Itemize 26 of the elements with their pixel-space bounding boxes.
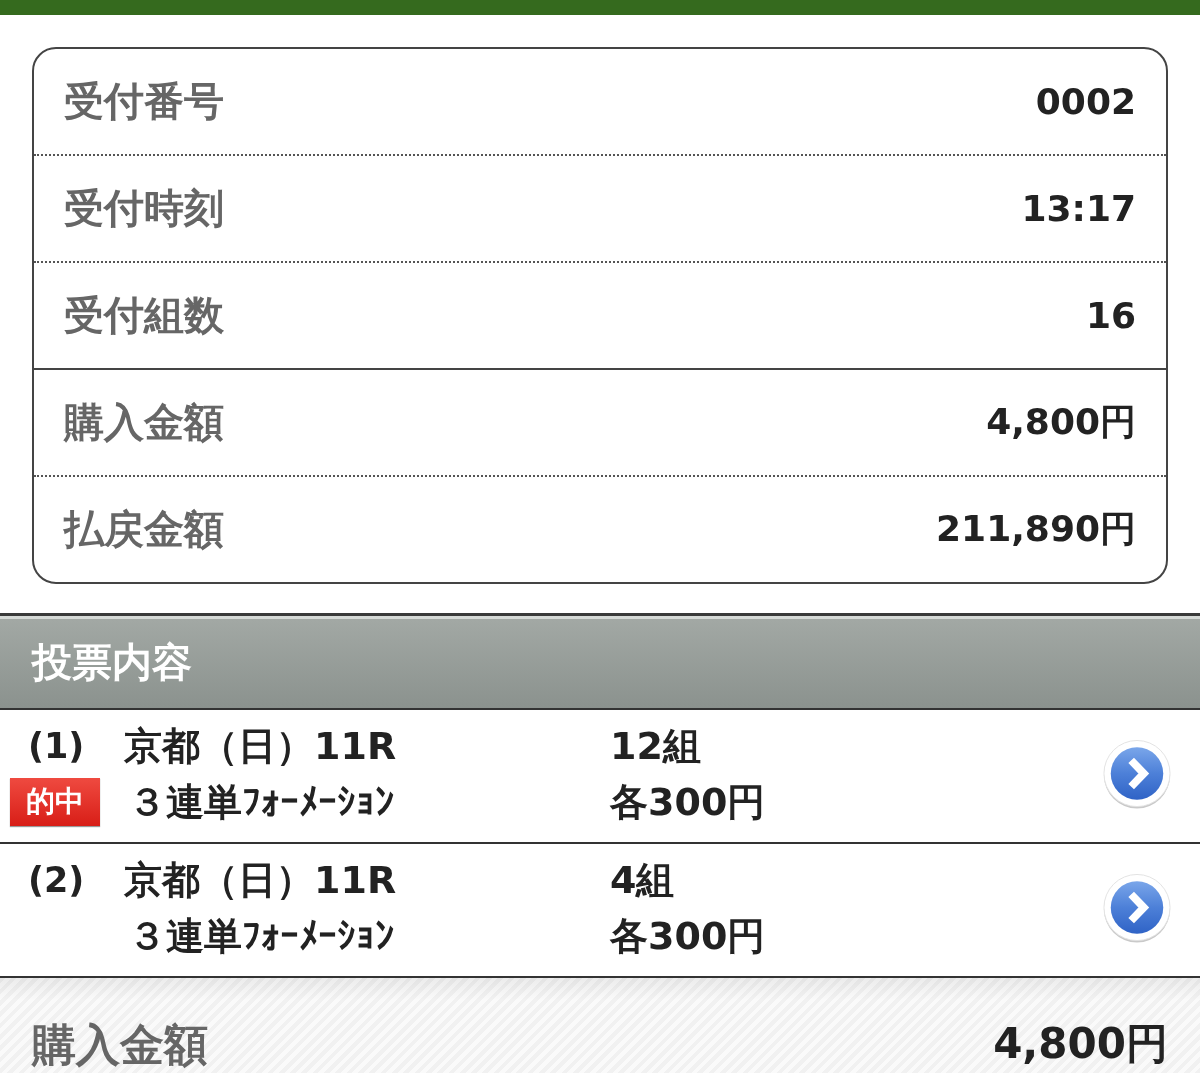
race-name: 京都（日）11R [124, 856, 397, 904]
receipt-label: 受付時刻 [64, 184, 224, 233]
bet-type: ３連単ﾌｫｰﾒｰｼｮﾝ [128, 912, 394, 960]
receipt-value: 16 [1085, 295, 1136, 336]
receipt-label: 受付組数 [64, 291, 224, 340]
unit-price: 各300円 [610, 778, 766, 826]
receipt-label: 購入金額 [64, 398, 224, 447]
receipt-value: 4,800円 [986, 400, 1136, 444]
bet-type: ３連単ﾌｫｰﾒｰｼｮﾝ [128, 778, 394, 826]
receipt-value: 211,890円 [936, 507, 1136, 551]
chevron-right-icon[interactable] [1102, 873, 1172, 943]
total-value: 4,800円 [993, 1018, 1168, 1070]
chevron-right-icon[interactable] [1102, 739, 1172, 809]
bet-number: (1) [28, 726, 85, 766]
total-label: 購入金額 [32, 1018, 208, 1072]
receipt-label: 払戻金額 [64, 505, 224, 554]
unit-price: 各300円 [610, 912, 766, 960]
receipt-label: 受付番号 [64, 77, 224, 126]
combination-count: 12組 [610, 722, 701, 770]
receipt-value: 13:17 [1021, 188, 1136, 229]
bet-number: (2) [28, 860, 85, 900]
section-heading: 投票内容 [0, 613, 1200, 710]
receipt-value: 0002 [1035, 81, 1136, 122]
hit-badge: 的中 [10, 778, 100, 826]
combination-count: 4組 [610, 856, 675, 904]
race-name: 京都（日）11R [124, 722, 397, 770]
